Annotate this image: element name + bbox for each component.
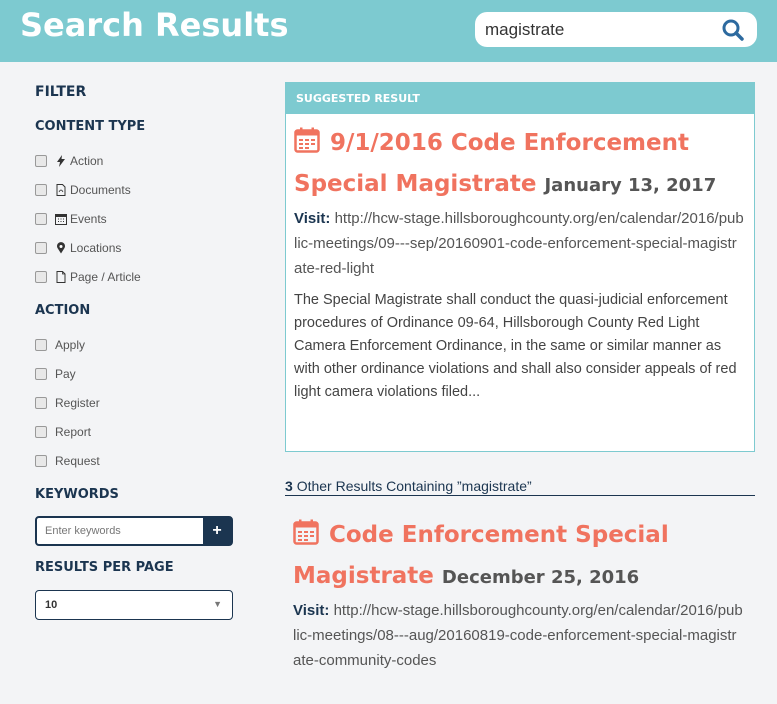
checkbox[interactable] bbox=[35, 426, 47, 438]
other-results-heading: 3 Other Results Containing ”magistrate” bbox=[285, 478, 755, 496]
filter-label: Action bbox=[70, 154, 104, 168]
result-title-link[interactable]: Special Magistrate bbox=[294, 171, 536, 197]
result-title-line: Code Enforcement Special bbox=[293, 515, 743, 556]
suggested-result-card: SUGGESTED RESULT 9/1/2016 Code Enforceme… bbox=[285, 82, 755, 452]
filter-heading: FILTER bbox=[35, 84, 87, 100]
search-result: Code Enforcement Special Magistrate Dece… bbox=[293, 515, 743, 673]
map-pin-icon bbox=[57, 242, 65, 254]
pdf-file-icon bbox=[56, 184, 66, 196]
suggested-result-header: SUGGESTED RESULT bbox=[286, 83, 754, 114]
bolt-icon bbox=[57, 155, 65, 167]
filter-page-article[interactable]: Page / Article bbox=[35, 269, 141, 285]
calendar-icon bbox=[294, 127, 320, 153]
filter-action[interactable]: Action bbox=[35, 153, 103, 169]
result-url-link[interactable]: http://hcw-stage.hillsboroughcounty.org/… bbox=[294, 210, 744, 277]
filter-pay[interactable]: Pay bbox=[35, 366, 76, 382]
search-icon[interactable] bbox=[721, 18, 745, 42]
filter-request[interactable]: Request bbox=[35, 453, 100, 469]
checkbox[interactable] bbox=[35, 242, 47, 254]
calendar-icon bbox=[293, 519, 319, 545]
search-input[interactable] bbox=[485, 18, 705, 42]
checkbox[interactable] bbox=[35, 455, 47, 467]
result-url: Visit: http://hcw-stage.hillsboroughcoun… bbox=[293, 598, 743, 673]
result-title-line: 9/1/2016 Code Enforcement bbox=[294, 123, 744, 164]
filter-label: Request bbox=[55, 454, 100, 468]
visit-label: Visit: bbox=[293, 602, 330, 619]
checkbox[interactable] bbox=[35, 213, 47, 225]
action-heading: ACTION bbox=[35, 303, 91, 318]
filter-label: Apply bbox=[55, 338, 86, 352]
select-value: 10 bbox=[45, 599, 58, 611]
result-title-link[interactable]: Code Enforcement Special bbox=[329, 522, 669, 548]
filter-register[interactable]: Register bbox=[35, 395, 100, 411]
keywords-group: + bbox=[35, 516, 233, 546]
filter-label: Page / Article bbox=[70, 270, 141, 284]
checkbox[interactable] bbox=[35, 339, 47, 351]
filter-label: Events bbox=[70, 212, 107, 226]
result-title-link[interactable]: 9/1/2016 Code Enforcement bbox=[330, 130, 689, 156]
filter-apply[interactable]: Apply bbox=[35, 337, 85, 353]
page-icon bbox=[56, 271, 66, 283]
filter-label: Documents bbox=[70, 183, 131, 197]
other-results-text: Other Results Containing ”magistrate” bbox=[296, 478, 532, 494]
page-title: Search Results bbox=[20, 6, 289, 44]
result-url-link[interactable]: http://hcw-stage.hillsboroughcounty.org/… bbox=[293, 602, 743, 669]
filter-locations[interactable]: Locations bbox=[35, 240, 121, 256]
checkbox[interactable] bbox=[35, 184, 47, 196]
page-header: Search Results bbox=[0, 0, 777, 62]
filter-label: Report bbox=[55, 425, 92, 439]
filter-events[interactable]: Events bbox=[35, 211, 107, 227]
result-title-link[interactable]: Magistrate bbox=[293, 563, 434, 589]
checkbox[interactable] bbox=[35, 397, 47, 409]
content-type-heading: CONTENT TYPE bbox=[35, 119, 146, 134]
result-title-line: Magistrate December 25, 2016 bbox=[293, 556, 743, 598]
keywords-heading: KEYWORDS bbox=[35, 487, 119, 502]
results-per-page-select[interactable]: 10 ▼ bbox=[35, 590, 233, 620]
checkbox[interactable] bbox=[35, 271, 47, 283]
filter-report[interactable]: Report bbox=[35, 424, 91, 440]
other-results-count: 3 bbox=[285, 478, 293, 494]
filter-label: Pay bbox=[55, 367, 76, 381]
checkbox[interactable] bbox=[35, 368, 47, 380]
filter-label: Locations bbox=[70, 241, 122, 255]
filter-label: Register bbox=[55, 396, 100, 410]
result-url: Visit: http://hcw-stage.hillsboroughcoun… bbox=[294, 206, 744, 281]
result-description: The Special Magistrate shall conduct the… bbox=[294, 292, 737, 400]
add-keyword-button[interactable]: + bbox=[203, 518, 231, 544]
keywords-input[interactable] bbox=[45, 523, 195, 539]
chevron-down-icon: ▼ bbox=[213, 599, 222, 609]
result-date: December 25, 2016 bbox=[441, 567, 640, 588]
filter-documents[interactable]: Documents bbox=[35, 182, 131, 198]
results-per-page-heading: RESULTS PER PAGE bbox=[35, 560, 174, 575]
checkbox[interactable] bbox=[35, 155, 47, 167]
suggested-result: 9/1/2016 Code Enforcement Special Magist… bbox=[294, 123, 744, 404]
result-title-line: Special Magistrate January 13, 2017 bbox=[294, 164, 744, 206]
search-box[interactable] bbox=[475, 12, 757, 47]
visit-label: Visit: bbox=[294, 210, 331, 227]
calendar-icon bbox=[55, 214, 67, 225]
result-date: January 13, 2017 bbox=[544, 175, 717, 196]
